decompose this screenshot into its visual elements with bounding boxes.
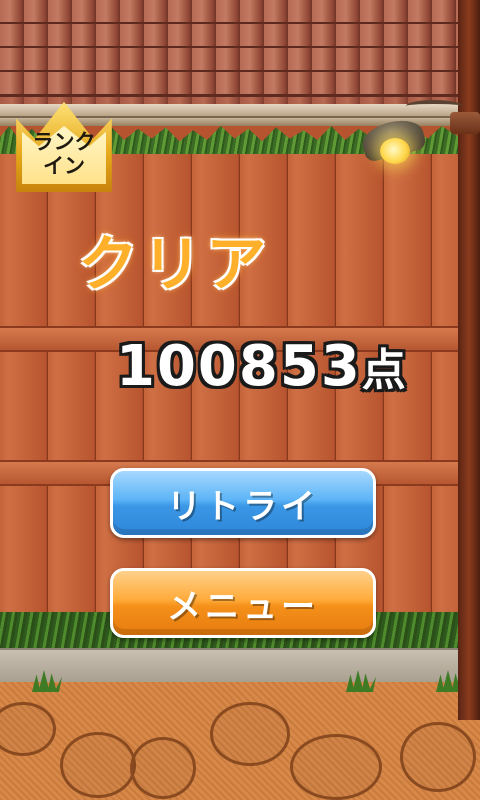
- rank-in-label: ランク イン: [22, 130, 106, 178]
- stepping-stone: [210, 702, 290, 766]
- rank-label-line2: イン: [43, 154, 85, 178]
- stepping-stone: [0, 702, 56, 756]
- roof-row: [0, 24, 480, 49]
- retry-button[interactable]: リトライ: [110, 468, 376, 538]
- roof-row: [0, 0, 480, 25]
- menu-button[interactable]: メニュー: [110, 568, 376, 638]
- stepping-stone: [130, 737, 196, 799]
- menu-button-label: メニュー: [167, 586, 319, 627]
- stepping-stone: [60, 732, 136, 798]
- lamp-arm: [406, 100, 462, 112]
- stepping-stone: [400, 722, 476, 792]
- lamp-bulb-icon: [380, 138, 410, 164]
- dirt-ground: [0, 670, 480, 800]
- rank-label-line1: ランク: [32, 130, 96, 154]
- rank-in-badge: ランク イン: [12, 100, 116, 192]
- retry-button-label: リトライ: [167, 486, 319, 527]
- stepping-stone: [290, 734, 382, 800]
- roof-tiles: [0, 0, 480, 112]
- roof-row: [0, 72, 480, 97]
- score-value: 100853: [116, 334, 362, 399]
- roof-row: [0, 48, 480, 73]
- score-display: 100853点: [116, 332, 408, 406]
- sidewalk: [0, 648, 480, 685]
- clear-title: クリア: [78, 230, 270, 300]
- score-unit: 点: [361, 345, 408, 396]
- game-scene: ランク イン クリア 100853点 リトライ メニュー: [0, 0, 480, 800]
- post-bracket: [450, 112, 480, 134]
